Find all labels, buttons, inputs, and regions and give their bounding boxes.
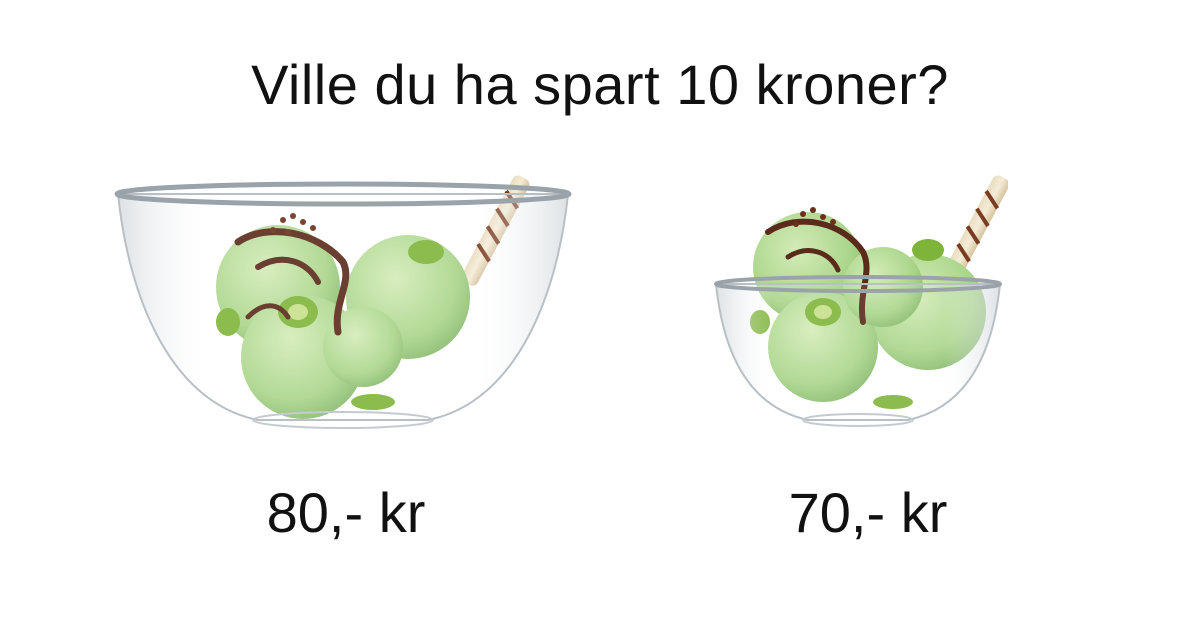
small-ice-cream-bowl-icon (714, 175, 1010, 427)
large-bowl-image (108, 172, 578, 432)
large-ice-cream-bowl-icon (114, 175, 572, 429)
price-large-bowl: 80,- kr (266, 481, 426, 544)
headline: Ville du ha spart 10 kroner? (251, 53, 949, 116)
price-small-bowl: 70,- kr (788, 481, 948, 544)
small-bowl-image (708, 172, 1010, 432)
